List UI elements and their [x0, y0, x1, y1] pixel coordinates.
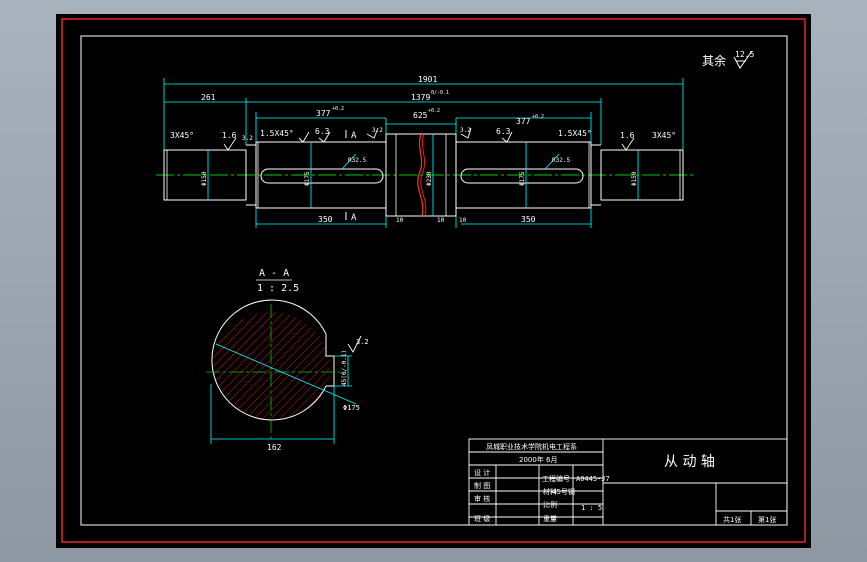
chamfer-right: 3X45°: [652, 131, 676, 140]
part-name: 从 动 轴: [664, 454, 715, 470]
rough-32-left: 3.2: [242, 135, 253, 142]
scale-label: 比例: [543, 500, 557, 509]
shoulder-left: 10: [396, 217, 404, 224]
shoulder-mid: 10: [437, 217, 445, 224]
radius-right: R32.5: [552, 157, 570, 164]
roughness-note-value: 12.5: [735, 50, 754, 59]
weight-label: 重量: [543, 515, 557, 523]
section-dia: Φ175: [343, 404, 360, 412]
rough-16-right: 1.6: [620, 131, 635, 140]
cad-viewport[interactable]: 其余 12.5 1901 261 1379 0/-0.1 377 +0.2 62…: [56, 14, 811, 548]
dim-inner-span: 1379: [411, 93, 430, 102]
material-value: 45号钢: [552, 487, 575, 496]
dim-keyway-right-tol: +0.2: [532, 114, 544, 120]
dim-keyway-right-len: 377: [516, 117, 531, 126]
dim-mid-width: 625: [413, 111, 428, 120]
keyway-left: [260, 168, 384, 184]
title-school: 凤城职业技术学院机电工程系: [486, 442, 577, 451]
chamfer-step-right: 1.5X45°: [558, 129, 592, 138]
dia-collar: Φ230: [426, 171, 433, 186]
dim-keyway-left-tol: +0.2: [332, 106, 344, 112]
key-len-right: 350: [521, 215, 536, 224]
shoulder-right: 10: [459, 217, 467, 224]
rough-16-left: 1.6: [222, 131, 237, 140]
dia-end-left: Φ150: [201, 171, 208, 186]
key-len-left: 350: [318, 215, 333, 224]
dia-mid-left: Φ175: [304, 171, 311, 186]
rough-32-mid-right: 3.2: [460, 127, 471, 134]
dim-overall-length: 1901: [418, 75, 437, 84]
dim-mid-width-tol: +0.2: [428, 108, 440, 114]
sheet-label: 共1张: [723, 515, 741, 524]
dim-keyway-left-len: 377: [316, 109, 331, 118]
dia-mid-right: Φ175: [519, 171, 526, 186]
section-title: A - A: [259, 268, 289, 279]
dim-left-offset: 261: [201, 93, 216, 102]
roughness-note: 其余 12.5: [702, 50, 754, 69]
row-label-0: 设 计: [474, 468, 490, 477]
section-keyway-depth: 45(0/-0.1): [341, 350, 348, 386]
section-shape: [211, 312, 331, 421]
scale-value: 1 : 5: [581, 504, 602, 512]
section-width: 162: [267, 443, 282, 452]
roughness-note-label: 其余: [702, 53, 726, 68]
drawing-no: A0445-J7: [576, 475, 610, 483]
rough-32-mid-left: 3.2: [372, 127, 383, 134]
dim-inner-span-tol: 0/-0.1: [431, 90, 449, 96]
title-block: [468, 438, 788, 526]
rough-63-left: 6.3: [315, 127, 330, 136]
section-a-a: A - A 1 : 2.5 3.2 45(0/-0.1) Φ175 162: [206, 268, 369, 452]
section-mark-top: A: [351, 131, 357, 141]
dia-end-right: Φ150: [631, 171, 638, 186]
title-date: 2000年 6月: [519, 455, 558, 464]
rough-63-right: 6.3: [496, 127, 511, 136]
drawing-no-label: 工程编号: [542, 474, 570, 483]
chamfer-step-left: 1.5X45°: [260, 129, 294, 138]
drawing-canvas: 其余 12.5 1901 261 1379 0/-0.1 377 +0.2 62…: [61, 18, 806, 543]
section-scale: 1 : 2.5: [257, 283, 299, 294]
chamfer-left: 3X45°: [170, 131, 194, 140]
section-mark-bottom: A: [351, 213, 357, 223]
row-label-2: 审 核: [474, 494, 490, 503]
radius-left: R32.5: [348, 157, 366, 164]
row-label-1: 制 图: [474, 481, 490, 490]
section-rough: 3.2: [356, 338, 369, 346]
sheet-no: 第1张: [758, 515, 776, 524]
row-label-3: 班 级: [474, 514, 490, 523]
